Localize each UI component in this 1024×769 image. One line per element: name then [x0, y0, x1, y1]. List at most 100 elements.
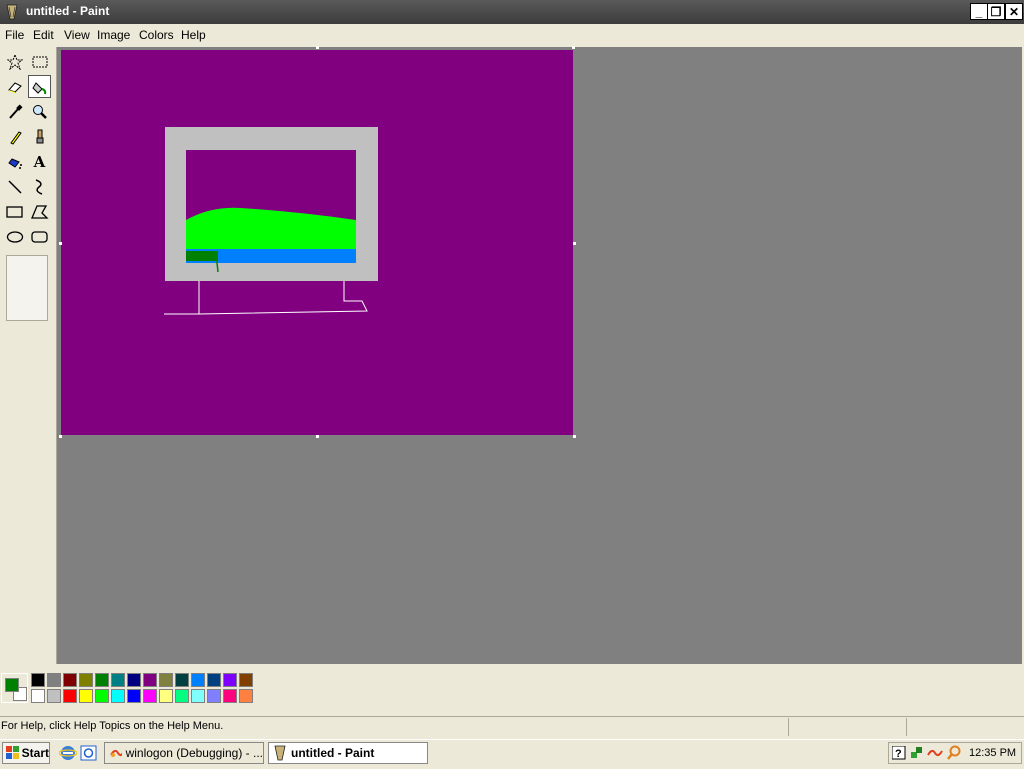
magnifier-tool[interactable]: [28, 100, 51, 123]
pick-color-tool[interactable]: [3, 100, 26, 123]
palette-swatch[interactable]: [63, 673, 77, 687]
fill-tool[interactable]: [28, 75, 51, 98]
brush-icon: [36, 129, 43, 143]
palette-swatch[interactable]: [175, 689, 189, 703]
rounded-rect-icon: [30, 230, 48, 243]
tool-box: A: [0, 47, 57, 664]
clock: 12:35 PM: [969, 747, 1017, 759]
palette-swatch[interactable]: [175, 673, 189, 687]
search-icon[interactable]: [946, 745, 962, 761]
eraser-tool[interactable]: [3, 75, 26, 98]
restore-button[interactable]: ❐: [987, 3, 1005, 20]
palette-swatch[interactable]: [159, 689, 173, 703]
stand-lines: [164, 281, 368, 315]
palette-swatch[interactable]: [127, 689, 141, 703]
line-tool[interactable]: [3, 175, 26, 198]
foreground-color-swatch: [5, 678, 19, 692]
minimize-button[interactable]: _: [970, 3, 988, 20]
text-icon: A: [33, 152, 46, 171]
palette-swatch[interactable]: [79, 673, 93, 687]
palette-swatch[interactable]: [111, 673, 125, 687]
paint-bucket-icon: [31, 81, 46, 94]
drawing-canvas[interactable]: [61, 50, 573, 435]
polygon-icon: [30, 204, 49, 219]
menu-file[interactable]: File: [5, 28, 24, 42]
palette-swatch[interactable]: [239, 673, 253, 687]
paint-icon: [274, 745, 286, 761]
status-panel-size: [906, 718, 1023, 736]
palette-swatch[interactable]: [239, 689, 253, 703]
windows-logo-icon: [6, 746, 19, 759]
menu-bar: File Edit View Image Colors Help: [0, 25, 1024, 45]
menu-view[interactable]: View: [64, 28, 90, 42]
brush-tool[interactable]: [28, 125, 51, 148]
pencil-icon: [9, 130, 22, 145]
network-icon[interactable]: [910, 746, 924, 760]
window-title: untitled - Paint: [26, 4, 110, 18]
pencil-tool[interactable]: [3, 125, 26, 148]
rounded-rectangle-tool[interactable]: [28, 225, 51, 248]
ie-icon[interactable]: [58, 744, 78, 765]
ellipse-tool[interactable]: [3, 225, 26, 248]
curve-tool[interactable]: [28, 175, 51, 198]
free-form-select-tool[interactable]: [3, 50, 26, 73]
palette-swatch[interactable]: [31, 673, 45, 687]
svg-text:?: ?: [895, 748, 902, 760]
palette-swatch[interactable]: [63, 689, 77, 703]
outlook-icon[interactable]: [80, 744, 98, 765]
resize-handle-left[interactable]: [59, 242, 62, 245]
curve-icon: [35, 178, 42, 195]
palette-swatch[interactable]: [223, 689, 237, 703]
palette-swatch[interactable]: [191, 673, 205, 687]
palette-swatch[interactable]: [207, 673, 221, 687]
palette-swatch[interactable]: [31, 689, 45, 703]
resize-handle-bottom[interactable]: [316, 435, 319, 438]
palette-swatch[interactable]: [191, 689, 205, 703]
title-bar[interactable]: untitled - Paint _ ❐ ✕: [0, 0, 1024, 24]
start-button[interactable]: Start: [2, 742, 50, 764]
select-tool[interactable]: [28, 50, 51, 73]
palette-swatch[interactable]: [95, 673, 109, 687]
menu-edit[interactable]: Edit: [33, 28, 54, 42]
palette-swatch[interactable]: [223, 673, 237, 687]
palette-swatch[interactable]: [95, 689, 109, 703]
palette-swatch[interactable]: [143, 689, 157, 703]
magnifier-icon: [32, 104, 47, 119]
palette-swatch[interactable]: [47, 673, 61, 687]
resize-handle-bottom-right[interactable]: [573, 435, 576, 438]
help-icon[interactable]: ?: [892, 746, 906, 760]
rect-select-icon: [32, 56, 47, 67]
paint-app-icon[interactable]: [5, 4, 19, 20]
tool-options-box[interactable]: [6, 255, 48, 321]
menu-image[interactable]: Image: [97, 28, 130, 42]
taskbar-paint-button[interactable]: untitled - Paint: [268, 742, 428, 764]
airbrush-tool[interactable]: [3, 150, 26, 173]
status-text: For Help, click Help Topics on the Help …: [1, 720, 224, 732]
taskbar-button-label: untitled - Paint: [291, 746, 375, 760]
star-select-icon: [6, 53, 23, 70]
debug-tray-icon[interactable]: [927, 746, 943, 760]
rectangle-tool[interactable]: [3, 200, 26, 223]
ellipse-icon: [6, 230, 23, 243]
menu-colors[interactable]: Colors: [139, 28, 174, 42]
resize-handle-top-right[interactable]: [572, 46, 575, 49]
status-panel-coords: [788, 718, 905, 736]
resize-handle-right[interactable]: [573, 242, 576, 245]
text-tool[interactable]: A: [28, 150, 51, 173]
airbrush-icon: [7, 157, 22, 169]
taskbar-winlogon-button[interactable]: winlogon (Debugging) - ...: [104, 742, 264, 764]
palette-swatch[interactable]: [127, 673, 141, 687]
polygon-tool[interactable]: [28, 200, 51, 223]
palette-swatch[interactable]: [159, 673, 173, 687]
palette-swatch[interactable]: [207, 689, 221, 703]
close-button[interactable]: ✕: [1005, 3, 1023, 20]
current-colors[interactable]: [1, 673, 28, 703]
palette-swatch[interactable]: [143, 673, 157, 687]
resize-handle-top[interactable]: [316, 46, 319, 49]
resize-handle-bottom-left[interactable]: [59, 435, 62, 438]
palette-swatch[interactable]: [47, 689, 61, 703]
rectangle-icon: [5, 205, 23, 218]
palette-swatch[interactable]: [79, 689, 93, 703]
palette-swatch[interactable]: [111, 689, 125, 703]
menu-help[interactable]: Help: [181, 28, 206, 42]
